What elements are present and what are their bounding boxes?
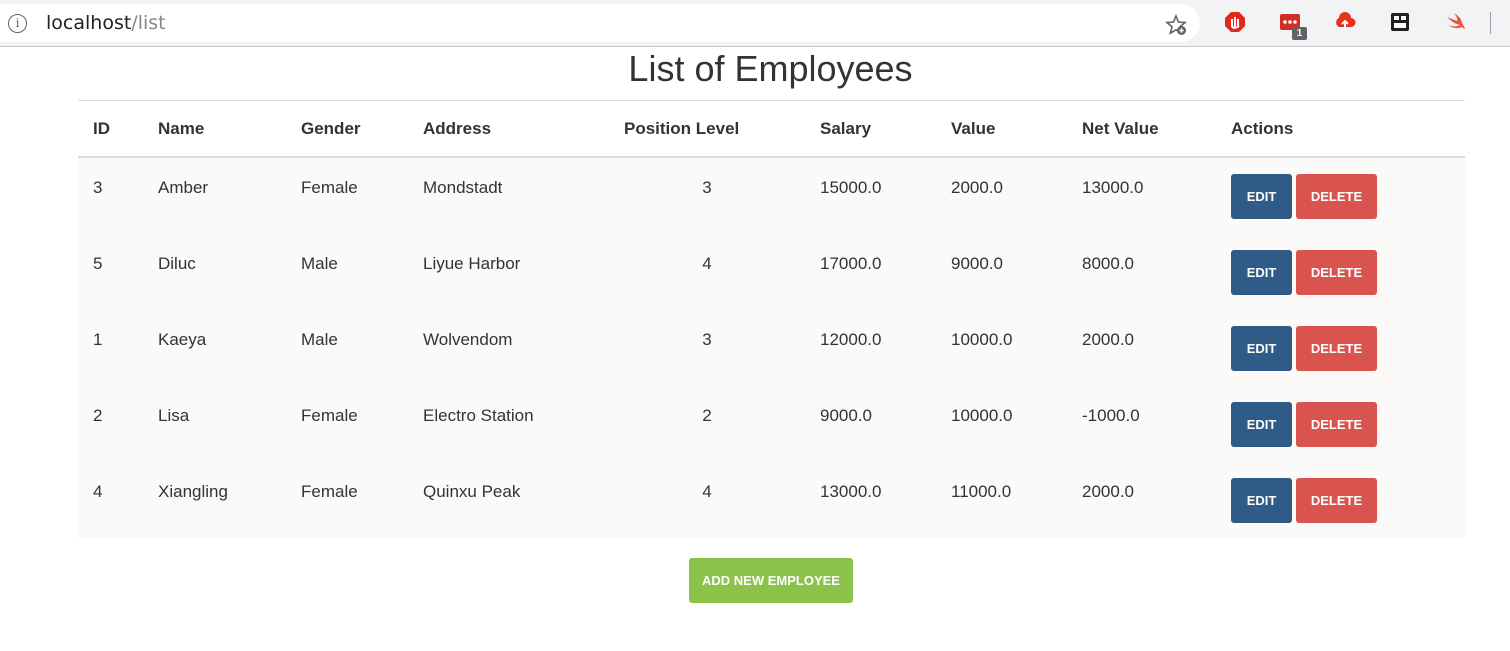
header-actions: Actions (1231, 119, 1294, 138)
header-id: ID (93, 119, 110, 138)
cell-value: 10000.0 (951, 330, 1013, 349)
adblock-extension-icon[interactable] (1224, 11, 1246, 33)
cell-address: Electro Station (423, 406, 534, 425)
cell-name: Diluc (158, 254, 196, 273)
header-gender: Gender (301, 119, 361, 138)
url-text[interactable]: localhost/list (46, 13, 166, 33)
cell-name: Amber (158, 178, 209, 197)
cell-gender: Female (301, 406, 358, 425)
url-path: /list (131, 12, 166, 34)
cell-value: 2000.0 (951, 178, 1003, 197)
address-bar[interactable]: i localhost/list (0, 4, 1200, 42)
header-value: Value (951, 119, 996, 138)
delete-button[interactable]: DELETE (1296, 250, 1377, 295)
delete-button[interactable]: DELETE (1296, 326, 1377, 371)
cell-net-value: 8000.0 (1082, 254, 1134, 273)
header-address: Address (423, 119, 492, 138)
table-row: 1 Kaeya Male Wolvendom 3 12000.0 10000.0… (78, 310, 1465, 386)
cell-position-level: 4 (702, 254, 712, 273)
swift-extension-icon[interactable] (1444, 11, 1466, 33)
cell-position-level: 4 (702, 482, 712, 501)
table-body: 3 Amber Female Mondstadt 3 15000.0 2000.… (78, 158, 1465, 538)
header-position-level: Position Level (624, 119, 740, 138)
cell-salary: 15000.0 (820, 178, 882, 197)
cell-gender: Female (301, 482, 358, 501)
table-row: 3 Amber Female Mondstadt 3 15000.0 2000.… (78, 158, 1465, 234)
cell-position-level: 3 (702, 330, 712, 349)
cell-salary: 9000.0 (820, 406, 872, 425)
cell-salary: 13000.0 (820, 482, 882, 501)
delete-button[interactable]: DELETE (1296, 478, 1377, 523)
cell-id: 5 (93, 254, 103, 273)
header-salary: Salary (820, 119, 872, 138)
cell-name: Lisa (158, 406, 190, 425)
cell-net-value: -1000.0 (1082, 406, 1140, 425)
header-name: Name (158, 119, 205, 138)
cloud-upload-extension-icon[interactable] (1334, 11, 1356, 33)
table-row: 5 Diluc Male Liyue Harbor 4 17000.0 9000… (78, 234, 1465, 310)
edit-button[interactable]: EDIT (1231, 402, 1292, 447)
extension-badge: 1 (1292, 27, 1307, 40)
cell-gender: Male (301, 254, 338, 273)
header-net-value: Net Value (1082, 119, 1159, 138)
cell-address: Mondstadt (423, 178, 503, 197)
cell-value: 11000.0 (951, 482, 1012, 501)
employees-table: ID Name Gender Address Position Level Sa… (78, 100, 1465, 538)
url-host: localhost (46, 12, 132, 34)
edit-button[interactable]: EDIT (1231, 478, 1292, 523)
cell-address: Quinxu Peak (423, 482, 521, 501)
cell-salary: 12000.0 (820, 330, 882, 349)
cell-id: 3 (93, 178, 103, 197)
toolbar-divider (1490, 12, 1491, 34)
table-header: ID Name Gender Address Position Level Sa… (78, 100, 1465, 158)
delete-button[interactable]: DELETE (1296, 174, 1377, 219)
cell-name: Xiangling (158, 482, 228, 501)
cell-position-level: 2 (702, 406, 712, 425)
cell-value: 9000.0 (951, 254, 1003, 273)
cell-id: 2 (93, 406, 103, 425)
info-icon[interactable]: i (8, 14, 27, 33)
bookmark-star-icon[interactable] (1164, 13, 1188, 37)
table-row: 2 Lisa Female Electro Station 2 9000.0 1… (78, 386, 1465, 462)
cell-net-value: 13000.0 (1082, 178, 1144, 197)
edit-button[interactable]: EDIT (1231, 326, 1292, 371)
edit-button[interactable]: EDIT (1231, 174, 1292, 219)
add-new-employee-button[interactable]: ADD NEW EMPLOYEE (689, 558, 853, 603)
cell-address: Wolvendom (423, 330, 513, 349)
table-row: 4 Xiangling Female Quinxu Peak 4 13000.0… (78, 462, 1465, 538)
cell-gender: Female (301, 178, 358, 197)
edit-button[interactable]: EDIT (1231, 250, 1292, 295)
cell-id: 4 (93, 482, 103, 501)
cell-gender: Male (301, 330, 338, 349)
cell-salary: 17000.0 (820, 254, 882, 273)
cell-net-value: 2000.0 (1082, 482, 1134, 501)
browser-toolbar: i localhost/list 1 (0, 0, 1510, 47)
page-title: List of Employees (628, 48, 913, 89)
cell-id: 1 (93, 330, 103, 349)
panel-extension-icon[interactable] (1389, 11, 1411, 33)
cell-name: Kaeya (158, 330, 207, 349)
cell-address: Liyue Harbor (423, 254, 521, 273)
cell-net-value: 2000.0 (1082, 330, 1134, 349)
cell-value: 10000.0 (951, 406, 1013, 425)
cell-position-level: 3 (702, 178, 712, 197)
delete-button[interactable]: DELETE (1296, 402, 1377, 447)
